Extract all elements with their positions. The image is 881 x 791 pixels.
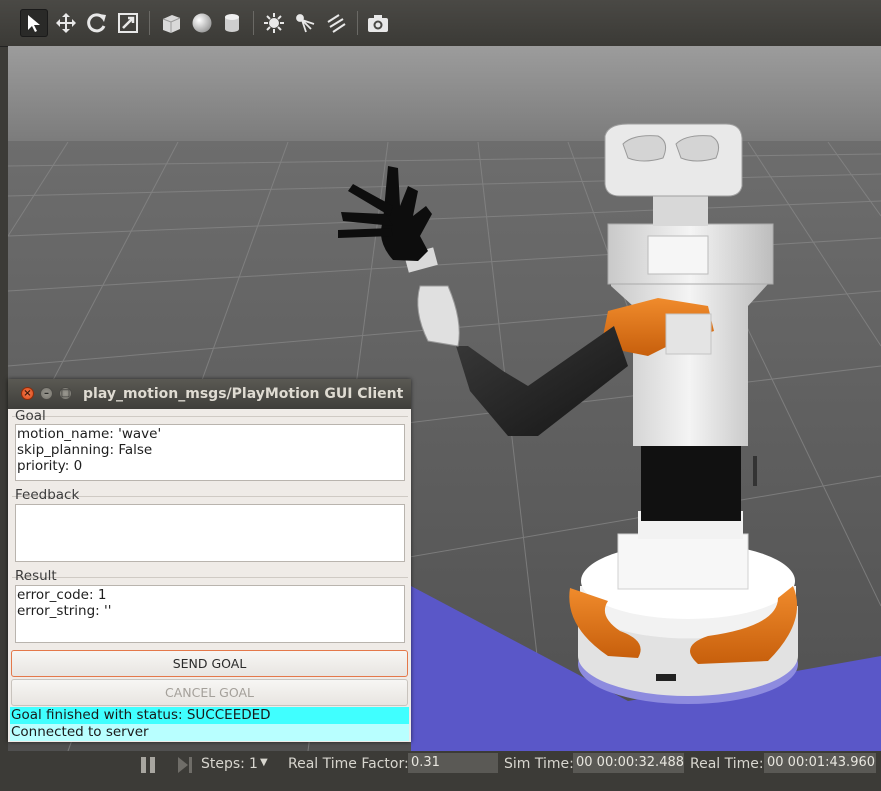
scale-icon[interactable] bbox=[114, 9, 142, 37]
maximize-window-button[interactable]: □ bbox=[59, 387, 72, 400]
result-group-label: Result bbox=[15, 568, 57, 584]
pause-button[interactable] bbox=[140, 756, 156, 778]
goal-line: motion_name: 'wave' bbox=[17, 426, 162, 442]
sim-time-label: Sim Time: bbox=[504, 756, 574, 772]
goal-status-label: Goal finished with status: SUCCEEDED bbox=[10, 707, 409, 724]
goal-text-area[interactable]: motion_name: 'wave' skip_planning: False… bbox=[15, 424, 405, 481]
step-forward-button[interactable] bbox=[177, 756, 193, 778]
point-light-icon[interactable] bbox=[260, 9, 288, 37]
goal-line: skip_planning: False bbox=[17, 442, 153, 458]
result-line: error_code: 1 bbox=[17, 587, 107, 603]
translate-icon[interactable] bbox=[52, 9, 80, 37]
steps-label: Steps: bbox=[201, 756, 245, 772]
window-titlebar[interactable]: × – □ play_motion_msgs/PlayMotion GUI Cl… bbox=[8, 379, 411, 409]
feedback-group-label: Feedback bbox=[15, 487, 80, 503]
steps-value[interactable]: 1 bbox=[249, 756, 258, 772]
goal-group-label: Goal bbox=[15, 408, 46, 424]
goal-group-frame bbox=[12, 416, 408, 417]
real-time-factor-value: 0.31 bbox=[408, 753, 498, 773]
gazebo-toolbar bbox=[0, 0, 881, 47]
playmotion-gui-window: × – □ play_motion_msgs/PlayMotion GUI Cl… bbox=[8, 379, 411, 742]
goal-line: priority: 0 bbox=[17, 458, 83, 474]
steps-dropdown-icon[interactable]: ▼ bbox=[260, 757, 268, 768]
window-title: play_motion_msgs/PlayMotion GUI Client bbox=[83, 386, 404, 402]
real-time-label: Real Time: bbox=[690, 756, 764, 772]
toolbar-separator bbox=[149, 11, 150, 35]
sphere-icon[interactable] bbox=[188, 9, 216, 37]
cylinder-icon[interactable] bbox=[218, 9, 246, 37]
real-time-factor-label: Real Time Factor: bbox=[288, 756, 409, 772]
result-text-area[interactable]: error_code: 1 error_string: '' bbox=[15, 585, 405, 643]
toolbar-separator bbox=[253, 11, 254, 35]
spot-light-icon[interactable] bbox=[291, 9, 319, 37]
select-arrow-icon[interactable] bbox=[20, 9, 48, 37]
screenshot-icon[interactable] bbox=[364, 9, 392, 37]
real-time-value: 00 00:01:43.960 bbox=[764, 753, 876, 773]
result-line: error_string: '' bbox=[17, 603, 112, 619]
directional-light-icon[interactable] bbox=[322, 9, 350, 37]
close-window-button[interactable]: × bbox=[21, 387, 34, 400]
result-group-frame bbox=[12, 577, 408, 578]
send-goal-button[interactable]: SEND GOAL bbox=[11, 650, 408, 677]
minimize-window-button[interactable]: – bbox=[40, 387, 53, 400]
sim-time-value: 00 00:00:32.488 bbox=[573, 753, 684, 773]
box-icon[interactable] bbox=[157, 9, 185, 37]
cancel-goal-button[interactable]: CANCEL GOAL bbox=[11, 679, 408, 706]
server-status-label: Connected to server bbox=[10, 724, 409, 741]
feedback-text-area[interactable] bbox=[15, 504, 405, 562]
toolbar-separator bbox=[357, 11, 358, 35]
rotate-icon[interactable] bbox=[83, 9, 111, 37]
